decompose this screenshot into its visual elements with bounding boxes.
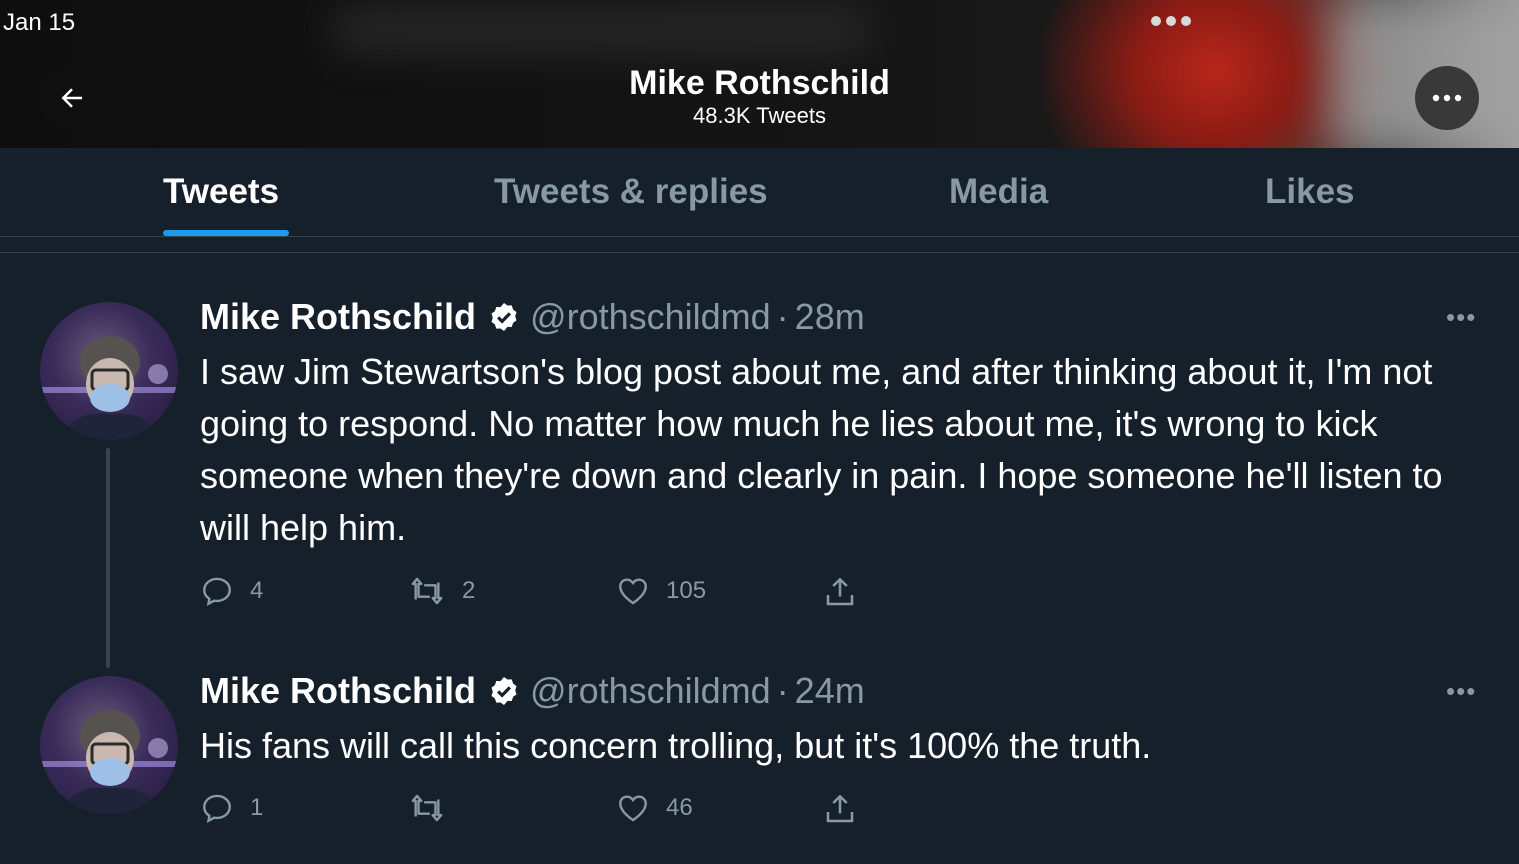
verified-badge-icon xyxy=(488,675,520,707)
tweet-time[interactable]: 24m xyxy=(795,670,865,712)
reply-icon xyxy=(203,794,231,824)
reply-count: 1 xyxy=(250,794,264,821)
tweet-header: Mike Rothschild @rothschildmd · 28m xyxy=(200,296,865,338)
tweet-author-name[interactable]: Mike Rothschild xyxy=(200,670,476,712)
tweet-handle[interactable]: @rothschildmd xyxy=(530,296,771,338)
active-tab-indicator xyxy=(163,230,289,236)
tweet-author-name[interactable]: Mike Rothschild xyxy=(200,296,476,338)
reply-button[interactable]: 4 xyxy=(200,574,263,608)
like-icon xyxy=(619,578,647,605)
tab-tweets[interactable]: Tweets xyxy=(163,172,279,212)
profile-more-button[interactable] xyxy=(1415,66,1479,130)
tweet-handle[interactable]: @rothschildmd xyxy=(530,670,771,712)
reply-count: 4 xyxy=(250,577,264,604)
tab-media[interactable]: Media xyxy=(949,172,1048,212)
avatar[interactable] xyxy=(40,676,178,814)
tweet-actions: 4 2 105 xyxy=(200,574,900,610)
more-icon xyxy=(1432,94,1462,102)
profile-tabs: Tweets Tweets & replies Media Likes xyxy=(0,148,1519,237)
tweet-text: I saw Jim Stewartson's blog post about m… xyxy=(200,351,1443,548)
like-icon xyxy=(619,795,647,822)
thread-connector xyxy=(106,448,110,668)
tweet-more-button[interactable]: ••• xyxy=(1446,302,1476,333)
avatar[interactable] xyxy=(40,302,178,440)
tab-likes[interactable]: Likes xyxy=(1265,172,1355,212)
reply-button[interactable]: 1 xyxy=(200,791,263,825)
reply-icon xyxy=(203,577,231,607)
tweet-separator: · xyxy=(776,296,789,337)
retweet-icon xyxy=(411,577,443,605)
like-count: 105 xyxy=(666,577,707,604)
header-profile-name: Mike Rothschild xyxy=(629,64,890,102)
tweet-time[interactable]: 28m xyxy=(795,296,865,338)
tweet-separator: · xyxy=(776,670,789,711)
tweet-header: Mike Rothschild @rothschildmd · 24m xyxy=(200,670,865,712)
like-button[interactable]: 105 xyxy=(616,574,706,608)
share-icon xyxy=(826,794,854,823)
retweet-button[interactable]: 2 xyxy=(408,574,475,608)
verified-badge-icon xyxy=(488,301,520,333)
share-button[interactable] xyxy=(822,574,874,610)
retweet-count: 2 xyxy=(462,577,476,604)
retweet-icon xyxy=(411,794,443,822)
tab-tweets-and-replies[interactable]: Tweets & replies xyxy=(494,172,768,212)
tweet-text: His fans will call this concern trolling… xyxy=(200,725,1152,766)
share-icon xyxy=(826,577,854,606)
share-button[interactable] xyxy=(822,791,874,827)
header-tweet-count: 48.3K Tweets xyxy=(693,103,826,128)
status-bar-date: Jan 15 xyxy=(3,9,76,36)
retweet-button[interactable] xyxy=(408,791,462,825)
divider xyxy=(0,252,1519,253)
tweet-more-button[interactable]: ••• xyxy=(1446,676,1476,707)
like-button[interactable]: 46 xyxy=(616,791,693,825)
multitasking-dots-icon[interactable] xyxy=(1151,16,1191,26)
like-count: 46 xyxy=(666,794,693,821)
tweet-actions: 1 46 xyxy=(200,791,900,827)
